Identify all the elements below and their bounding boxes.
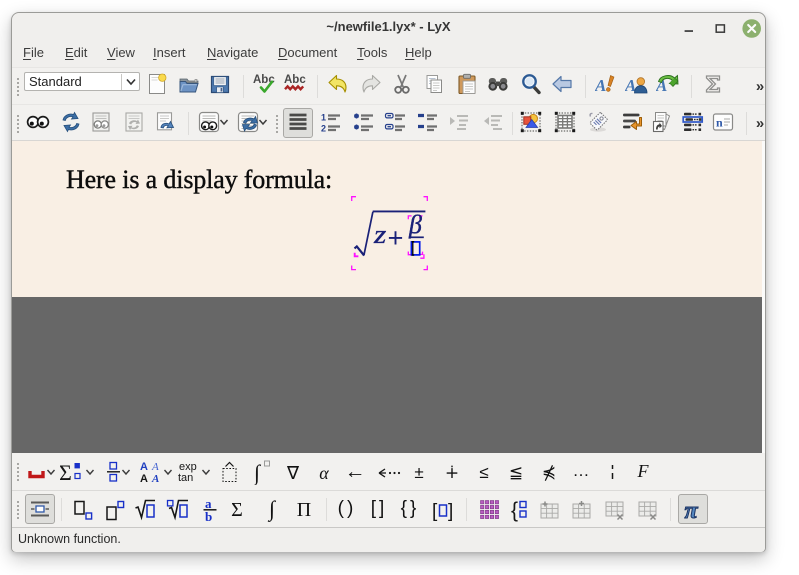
svg-text:Abc: Abc <box>284 74 306 86</box>
svg-text:z: z <box>373 220 387 249</box>
svg-text:Σ: Σ <box>60 461 72 483</box>
svg-text:π: π <box>685 498 699 522</box>
svg-text:]: ] <box>448 501 453 521</box>
svg-text:Abc: Abc <box>253 74 275 86</box>
svg-text:∫: ∫ <box>254 460 262 485</box>
svg-text:β: β <box>408 210 422 239</box>
svg-text:[: [ <box>432 501 438 521</box>
svg-text:{: { <box>511 499 518 522</box>
svg-text:A: A <box>140 473 148 484</box>
svg-text:tan: tan <box>178 472 193 484</box>
svg-text:A: A <box>151 461 159 473</box>
svg-text:A: A <box>595 76 606 95</box>
svg-text:b: b <box>205 509 212 522</box>
svg-text:n: n <box>716 116 723 130</box>
svg-text:2: 2 <box>321 124 326 134</box>
svg-text:1: 1 <box>321 113 326 123</box>
svg-text:A: A <box>151 473 159 484</box>
svg-text:A: A <box>140 461 148 473</box>
